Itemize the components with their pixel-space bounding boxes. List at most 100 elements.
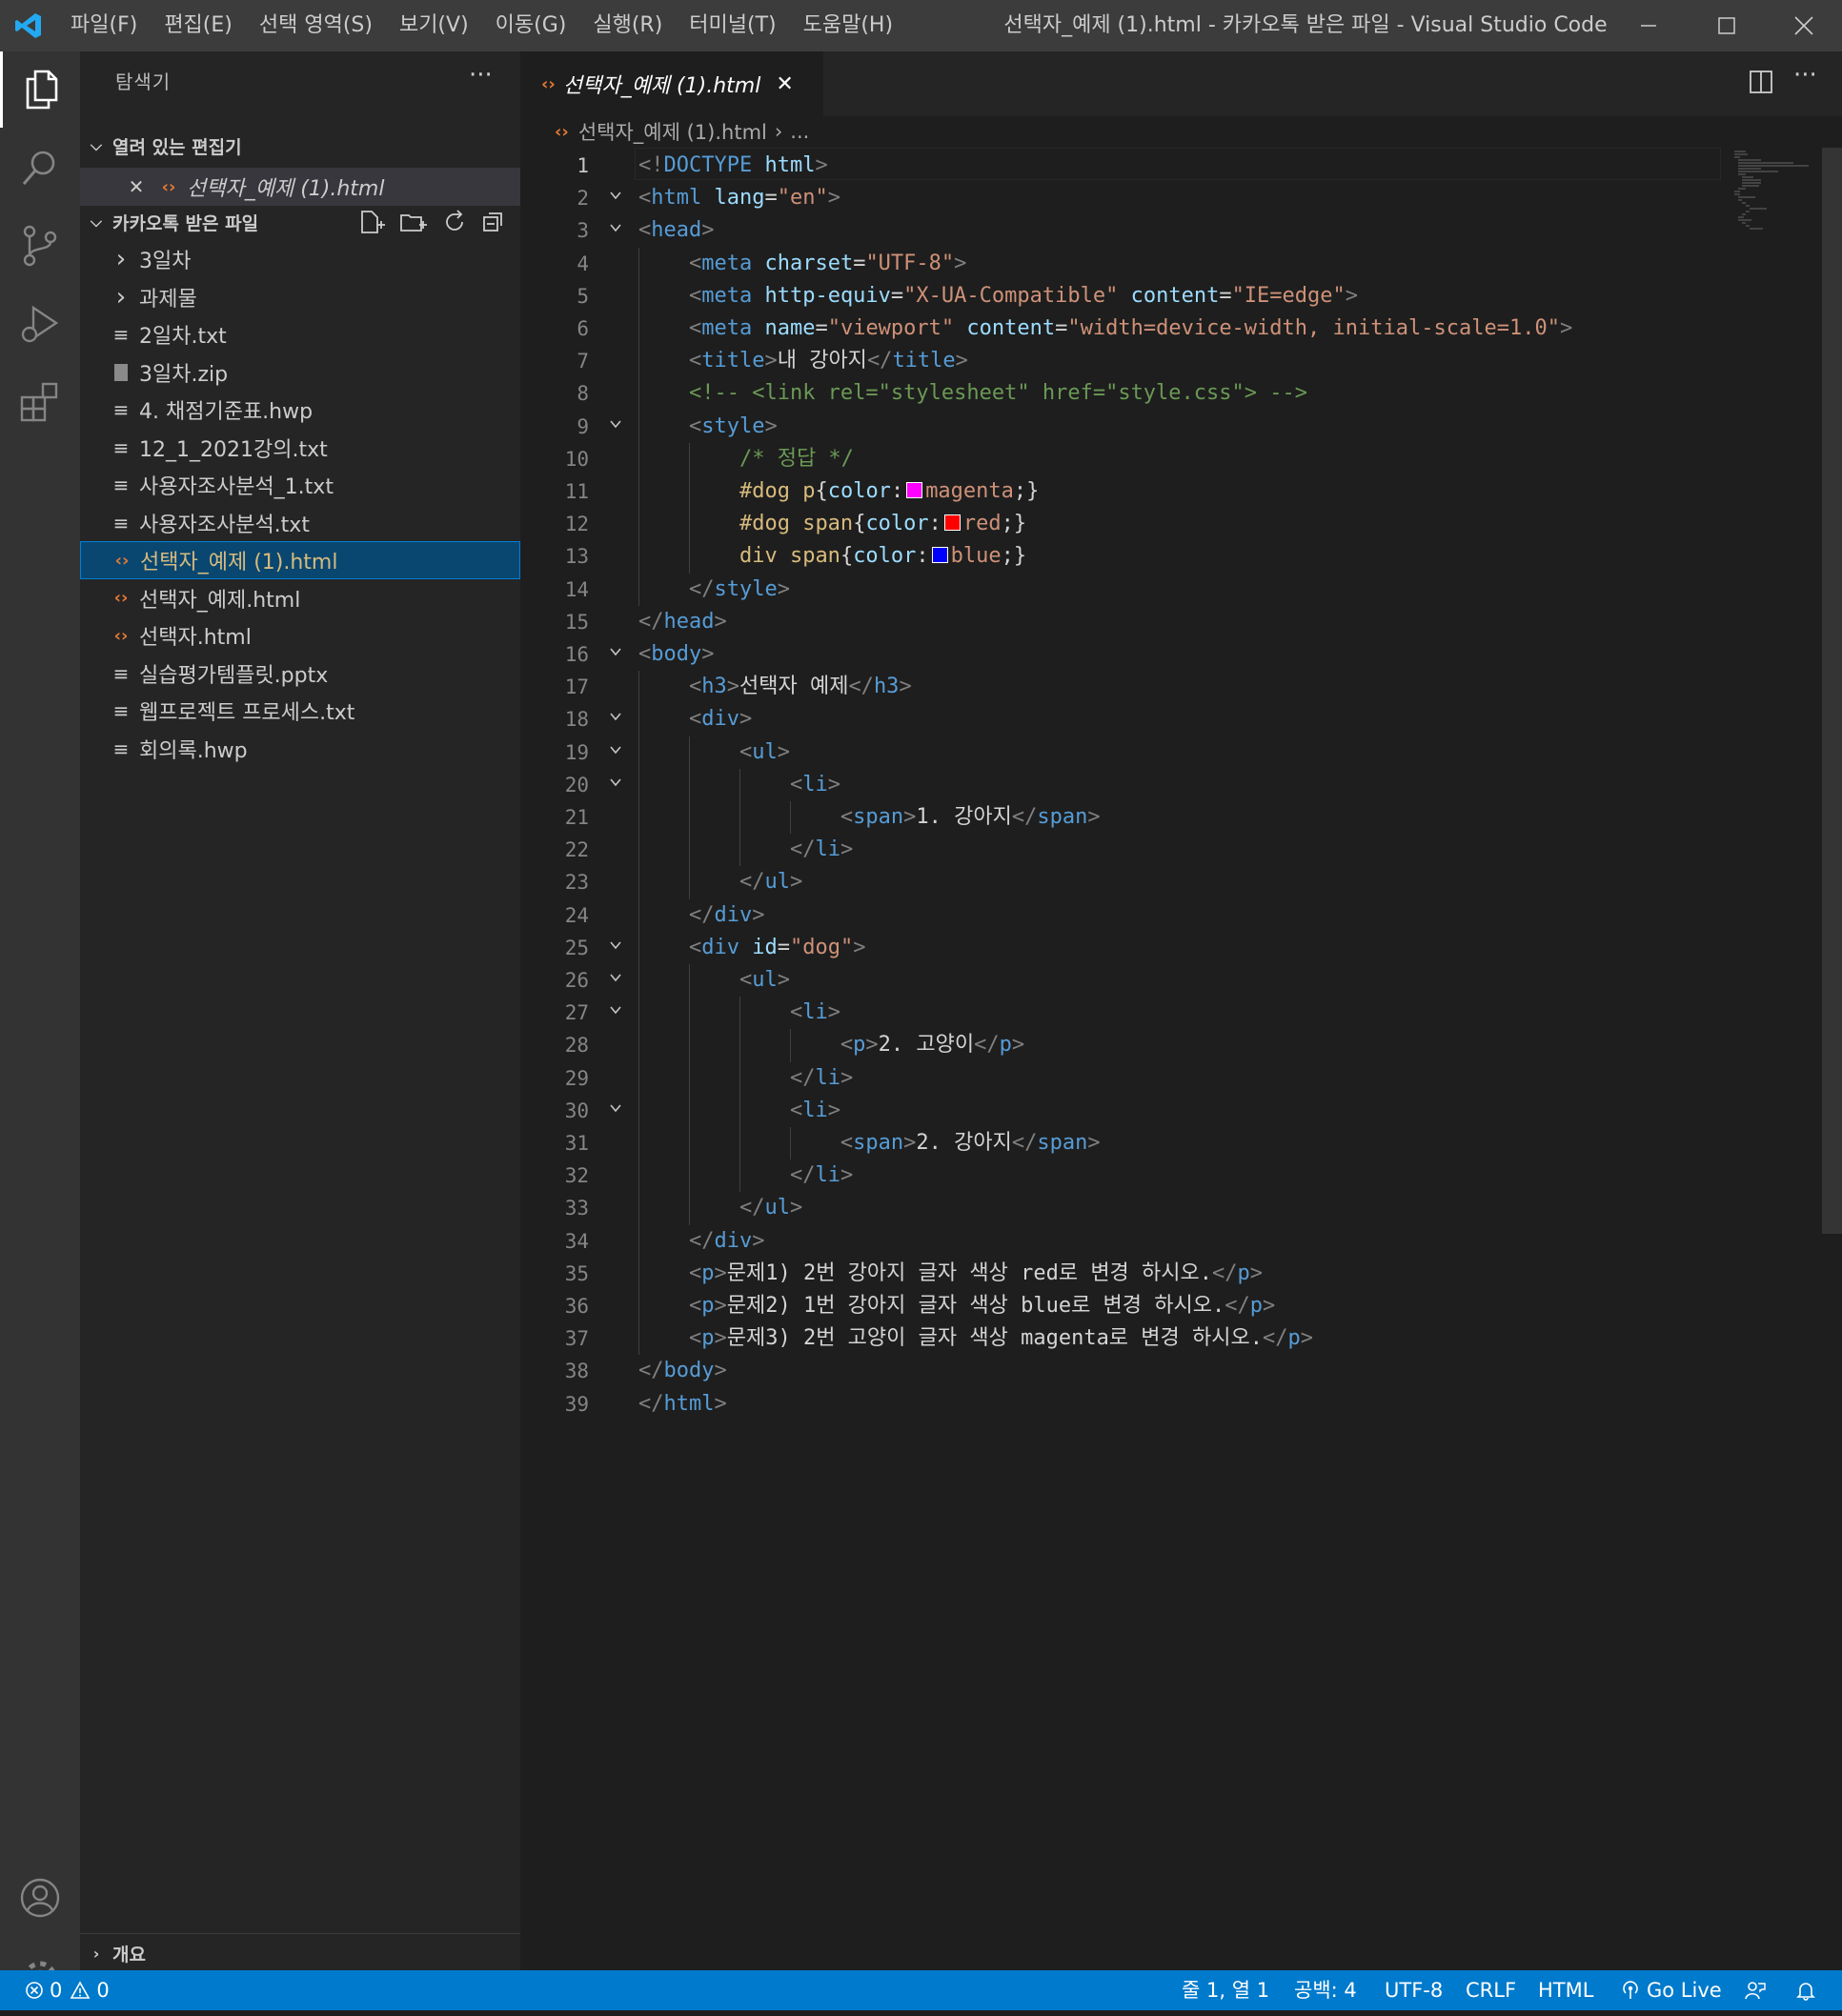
file-item[interactable]: ≡ 실습평가템플릿.pptx bbox=[80, 655, 520, 693]
close-tab-icon[interactable]: ✕ bbox=[776, 72, 793, 96]
menu-item[interactable]: 파일(F) bbox=[57, 0, 151, 51]
fold-chevron-icon[interactable] bbox=[608, 1002, 623, 1021]
go-live-button[interactable]: Go Live bbox=[1620, 1970, 1722, 2010]
menu-item[interactable]: 터미널(T) bbox=[676, 0, 789, 51]
file-item[interactable]: ≡ 4. 채점기준표.hwp bbox=[80, 391, 520, 429]
menu-item[interactable]: 편집(E) bbox=[151, 0, 246, 51]
fold-chevron-icon[interactable] bbox=[608, 416, 623, 435]
code-token: < bbox=[688, 1294, 702, 1318]
editor-more-actions-icon[interactable]: ··· bbox=[1793, 61, 1817, 90]
new-file-icon[interactable] bbox=[356, 208, 387, 236]
file-item[interactable]: ≡ 2일차.txt bbox=[80, 315, 520, 353]
close-window-button[interactable] bbox=[1766, 0, 1842, 51]
code-token: < bbox=[688, 935, 702, 959]
folder-header[interactable]: ⌵ 카카오톡 받은 파일 bbox=[80, 204, 520, 240]
menu-item[interactable]: 선택 영역(S) bbox=[246, 0, 386, 51]
menu-item[interactable]: 보기(V) bbox=[386, 0, 482, 51]
accounts-activity[interactable] bbox=[0, 1860, 80, 1936]
cursor-position[interactable]: 줄 1, 열 1 bbox=[1182, 1970, 1269, 2010]
breadcrumb-file[interactable]: 선택자_예제 (1).html bbox=[578, 117, 767, 146]
run-debug-activity[interactable] bbox=[0, 286, 80, 362]
indentation-status[interactable]: 공백: 4 bbox=[1294, 1970, 1357, 2010]
file-item[interactable]: 3일차.zip bbox=[80, 353, 520, 392]
notifications-button[interactable] bbox=[1795, 1970, 1816, 2010]
menu-item[interactable]: 실행(R) bbox=[579, 0, 676, 51]
code-token: body bbox=[663, 1359, 715, 1383]
code-line: <ul> bbox=[638, 736, 790, 769]
feedback-button[interactable] bbox=[1744, 1970, 1767, 2010]
tree-item-label: 선택자_예제 (1).html bbox=[140, 551, 338, 575]
menu-item[interactable]: 이동(G) bbox=[482, 0, 580, 51]
encoding-status[interactable]: UTF-8 bbox=[1385, 1970, 1443, 2010]
file-item[interactable]: ‹› 선택자.html bbox=[80, 616, 520, 655]
code-editor[interactable]: <!DOCTYPE html> <html lang="en"> <head> <m… bbox=[635, 148, 1721, 1967]
file-item[interactable]: ≡ 12_1_2021강의.txt bbox=[80, 429, 520, 467]
code-token: = bbox=[764, 186, 778, 211]
close-editor-icon[interactable]: ✕ bbox=[122, 175, 151, 198]
code-token: < bbox=[688, 316, 702, 340]
code-token: < bbox=[739, 739, 753, 764]
file-item[interactable]: ≡ 웹프로젝트 프로세스.txt bbox=[80, 692, 520, 730]
editor-tab[interactable]: ‹› 선택자_예제 (1).html ✕ bbox=[520, 51, 823, 116]
fold-chevron-icon[interactable] bbox=[608, 970, 623, 989]
error-icon bbox=[26, 1982, 43, 1999]
maximize-button[interactable] bbox=[1689, 0, 1765, 51]
split-editor-button[interactable] bbox=[1748, 69, 1774, 99]
breadcrumb-rest[interactable]: ... bbox=[790, 120, 809, 143]
code-line: <p>2. 고양이</p> bbox=[638, 1029, 1024, 1061]
minimize-button[interactable] bbox=[1610, 0, 1687, 51]
code-line: <p>문제1) 2번 강아지 글자 색상 red로 변경 하시오.</p> bbox=[638, 1258, 1263, 1290]
search-activity[interactable] bbox=[0, 130, 80, 206]
fold-chevron-icon[interactable] bbox=[608, 188, 623, 207]
scrollbar-thumb[interactable] bbox=[1822, 148, 1842, 1234]
fold-chevron-icon[interactable] bbox=[608, 1100, 623, 1119]
color-swatch[interactable] bbox=[943, 514, 961, 531]
source-control-activity[interactable] bbox=[0, 208, 80, 284]
tab-bar: ‹› 선택자_예제 (1).html ✕ ··· bbox=[520, 51, 1842, 116]
outline-header[interactable]: › 개요 bbox=[80, 1935, 520, 1971]
breadcrumb: ‹› 선택자_예제 (1).html › ... bbox=[520, 116, 1842, 147]
fold-chevron-icon[interactable] bbox=[608, 742, 623, 761]
color-swatch[interactable] bbox=[906, 481, 923, 498]
file-item[interactable]: ‹› 선택자_예제 (1).html bbox=[80, 541, 520, 579]
menu-item[interactable]: 도움말(H) bbox=[790, 0, 906, 51]
refresh-icon[interactable] bbox=[440, 208, 469, 236]
tree-item-label: 2일차.txt bbox=[139, 325, 227, 349]
more-actions-icon[interactable]: ··· bbox=[469, 61, 493, 90]
vscode-logo-icon[interactable] bbox=[0, 0, 57, 51]
close-icon bbox=[1794, 16, 1813, 35]
extensions-activity[interactable] bbox=[0, 364, 80, 440]
fold-chevron-icon[interactable] bbox=[608, 775, 623, 794]
code-token: <! bbox=[638, 153, 664, 177]
folder-item[interactable]: › 3일차 bbox=[80, 240, 520, 278]
file-item[interactable]: ≡ 사용자조사분석.txt bbox=[80, 504, 520, 542]
code-token: { bbox=[840, 544, 854, 569]
collapse-all-icon[interactable] bbox=[480, 208, 509, 236]
folder-item[interactable]: › 과제물 bbox=[80, 278, 520, 316]
file-item[interactable]: ‹› 선택자_예제.html bbox=[80, 579, 520, 617]
file-item[interactable]: ≡ 사용자조사분석_1.txt bbox=[80, 466, 520, 504]
text-file-icon: ≡ bbox=[112, 323, 130, 346]
code-token: p bbox=[701, 1260, 715, 1285]
open-editors-header[interactable]: ⌵ 열려 있는 편집기 bbox=[80, 128, 520, 164]
file-item[interactable]: ≡ 회의록.hwp bbox=[80, 730, 520, 768]
explorer-activity[interactable] bbox=[0, 51, 80, 128]
code-token: ul bbox=[752, 968, 778, 992]
fold-chevron-icon[interactable] bbox=[608, 937, 623, 957]
fold-chevron-icon[interactable] bbox=[608, 709, 623, 728]
minimap[interactable] bbox=[1732, 148, 1828, 233]
line-number: 26 bbox=[564, 969, 589, 992]
code-line: <ul> bbox=[638, 964, 790, 997]
fold-chevron-icon[interactable] bbox=[608, 644, 623, 663]
new-folder-icon[interactable] bbox=[398, 208, 429, 236]
code-token: > bbox=[752, 902, 765, 927]
problems-status[interactable]: 0 0 bbox=[25, 1970, 110, 2010]
fold-chevron-icon[interactable] bbox=[608, 220, 623, 239]
color-swatch[interactable] bbox=[931, 546, 948, 563]
open-editor-item[interactable]: ✕ ‹› 선택자_예제 (1).html bbox=[80, 168, 520, 206]
eol-status[interactable]: CRLF bbox=[1466, 1970, 1516, 2010]
language-status[interactable]: HTML bbox=[1538, 1970, 1593, 2010]
